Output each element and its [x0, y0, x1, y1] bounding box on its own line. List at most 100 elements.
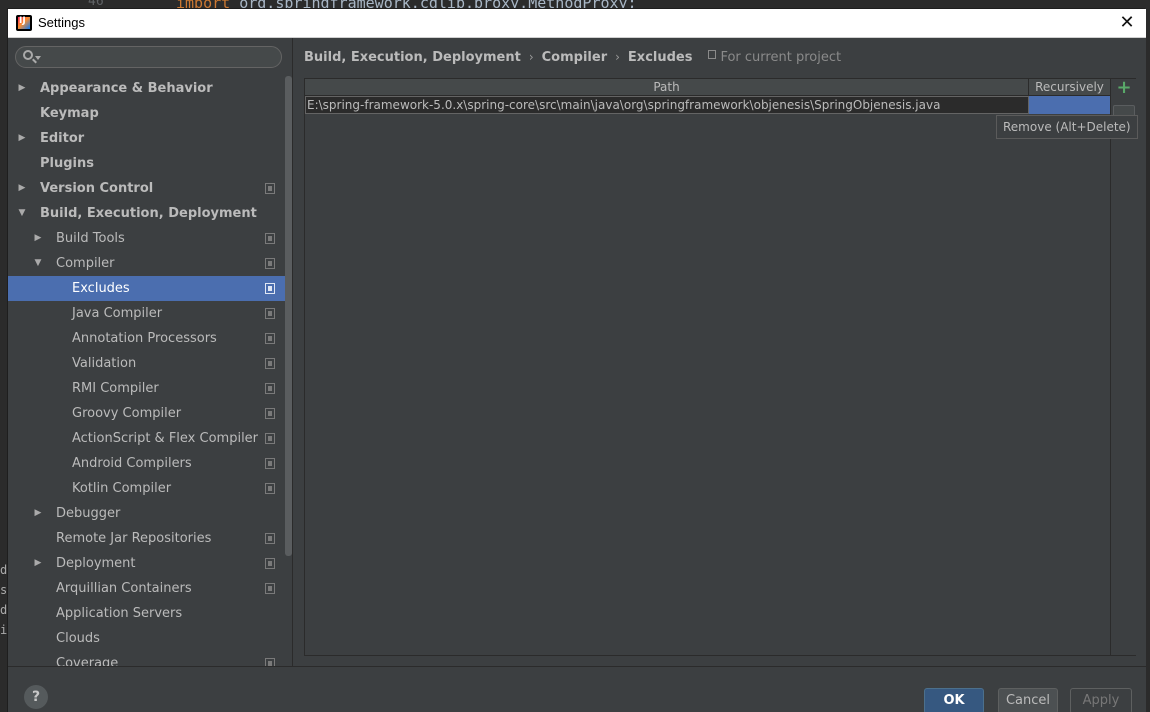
tree-item-label: Excludes	[72, 281, 130, 296]
strip-char: i	[0, 623, 7, 637]
settings-tree: ▶ Appearance & Behavior Keymap ▶ Editor Plugi…	[8, 76, 285, 666]
help-button[interactable]: ?	[24, 685, 48, 709]
project-scope-icon	[265, 658, 275, 666]
tree-item-excludes[interactable]: Excludes	[8, 276, 285, 301]
tree-item-validation[interactable]: Validation	[8, 351, 285, 376]
tree-item-application-servers[interactable]: Application Servers	[8, 601, 285, 626]
tree-item-arquillian-containers[interactable]: Arquillian Containers	[8, 576, 285, 601]
table-header: Path Recursively	[305, 79, 1110, 96]
project-scope-icon	[265, 258, 275, 269]
tree-item-label: Build, Execution, Deployment	[40, 206, 257, 221]
tree-item-label: Keymap	[40, 106, 99, 121]
tree-item-label: Editor	[40, 131, 85, 146]
tree-item-remote-jar-repositories[interactable]: Remote Jar Repositories	[8, 526, 285, 551]
tree-item-label: Plugins	[40, 156, 94, 171]
tree-item-annotation-processors[interactable]: Annotation Processors	[8, 326, 285, 351]
collapsed-arrow-icon[interactable]: ▶	[32, 551, 44, 576]
ok-button[interactable]: OK	[924, 688, 984, 712]
collapsed-arrow-icon[interactable]: ▶	[32, 501, 44, 526]
tree-item-compiler[interactable]: ▼ Compiler	[8, 251, 285, 276]
tree-item-actionscript-flex-compiler[interactable]: ActionScript & Flex Compiler	[8, 426, 285, 451]
project-scope-icon	[265, 233, 275, 244]
project-scope-icon	[265, 383, 275, 394]
project-scope-icon	[265, 333, 275, 344]
column-header-recursively[interactable]: Recursively	[1029, 79, 1110, 96]
tree-item-android-compilers[interactable]: Android Compilers	[8, 451, 285, 476]
expanded-arrow-icon[interactable]: ▼	[16, 201, 28, 226]
project-scope-icon	[265, 558, 275, 569]
tree-item-label: Version Control	[40, 181, 154, 196]
project-scope-icon	[265, 483, 275, 494]
project-scope-icon	[265, 408, 275, 419]
project-scope-icon	[265, 283, 275, 294]
project-scope-icon	[265, 358, 275, 369]
add-icon[interactable]: +	[1116, 79, 1132, 97]
background-left-strip: d s d i	[0, 560, 7, 640]
search-options-caret-icon[interactable]	[35, 56, 41, 60]
tree-item-label: Groovy Compiler	[72, 406, 182, 421]
project-scope-icon	[265, 433, 275, 444]
settings-dialog: Settings ✕ ▶Appearance & BehaviorKeymap▶…	[7, 8, 1146, 712]
remove-tooltip: Remove (Alt+Delete)	[996, 115, 1138, 139]
column-header-path[interactable]: Path	[305, 79, 1029, 96]
intellij-app-icon	[16, 15, 32, 31]
tree-item-label: Coverage	[56, 656, 119, 666]
recursively-cell[interactable]	[1029, 96, 1110, 114]
tree-item-kotlin-compiler[interactable]: Kotlin Compiler	[8, 476, 285, 501]
breadcrumb-item: Build, Execution, Deployment	[304, 50, 521, 65]
expanded-arrow-icon[interactable]: ▼	[32, 251, 44, 276]
tree-item-appearance-behavior[interactable]: ▶ Appearance & Behavior	[8, 76, 285, 101]
collapsed-arrow-icon[interactable]: ▶	[32, 226, 44, 251]
tree-item-label: Arquillian Containers	[56, 581, 192, 596]
tree-item-label: Debugger	[56, 506, 121, 521]
settings-search-input[interactable]	[15, 46, 282, 68]
table-row[interactable]: E:\spring-framework-5.0.x\spring-core\sr…	[305, 96, 1110, 114]
collapsed-arrow-icon[interactable]: ▶	[16, 76, 28, 101]
tree-item-coverage[interactable]: Coverage	[8, 651, 285, 666]
project-scope-icon	[265, 533, 275, 544]
breadcrumb-item: Excludes	[627, 50, 693, 65]
tree-item-label: ActionScript & Flex Compiler	[72, 431, 259, 446]
tree-item-label: Android Compilers	[72, 456, 192, 471]
cancel-button[interactable]: Cancel	[998, 688, 1058, 712]
scope-label: For current project	[720, 50, 842, 65]
breadcrumb-item: Compiler	[541, 50, 608, 65]
title-bar[interactable]: Settings ✕	[8, 9, 1146, 38]
strip-char: s	[0, 583, 7, 597]
project-scope-icon	[265, 583, 275, 594]
tree-item-build-tools[interactable]: ▶ Build Tools	[8, 226, 285, 251]
tree-item-keymap[interactable]: Keymap	[8, 101, 285, 126]
excludes-table: Path Recursively E:\spring-framework-5.0…	[304, 78, 1136, 656]
sidebar-scrollbar[interactable]	[285, 76, 292, 556]
tree-item-editor[interactable]: ▶ Editor	[8, 126, 285, 151]
tree-item-label: Build Tools	[56, 231, 125, 246]
tree-item-clouds[interactable]: Clouds	[8, 626, 285, 651]
tree-item-label: RMI Compiler	[72, 381, 159, 396]
project-scope-icon	[265, 308, 275, 319]
close-button[interactable]: ✕	[1116, 12, 1138, 34]
project-scope-icon	[265, 183, 275, 194]
tree-item-rmi-compiler[interactable]: RMI Compiler	[8, 376, 285, 401]
apply-button[interactable]: Apply	[1070, 688, 1132, 712]
collapsed-arrow-icon[interactable]: ▶	[16, 126, 28, 151]
tree-item-deployment[interactable]: ▶ Deployment	[8, 551, 285, 576]
tree-item-label: Kotlin Compiler	[72, 481, 172, 496]
tree-item-java-compiler[interactable]: Java Compiler	[8, 301, 285, 326]
path-cell-editor[interactable]: E:\spring-framework-5.0.x\spring-core\sr…	[305, 96, 1029, 114]
strip-char: d	[0, 603, 7, 617]
tree-item-groovy-compiler[interactable]: Groovy Compiler	[8, 401, 285, 426]
tree-item-label: Compiler	[56, 256, 115, 271]
collapsed-arrow-icon[interactable]: ▶	[16, 176, 28, 201]
tree-item-label: Application Servers	[56, 606, 183, 621]
tree-item-label: Appearance & Behavior	[40, 81, 213, 96]
breadcrumb-separator: ›	[615, 50, 620, 64]
tree-item-label: Remote Jar Repositories	[56, 531, 212, 546]
table-toolbar: +	[1110, 79, 1136, 655]
tree-item-debugger[interactable]: ▶ Debugger	[8, 501, 285, 526]
tree-item-build-execution-deployment[interactable]: ▼ Build, Execution, Deployment	[8, 201, 285, 226]
tree-item-label: Annotation Processors	[72, 331, 217, 346]
dialog-footer: ? OK Cancel Apply	[8, 666, 1146, 712]
tree-item-plugins[interactable]: Plugins	[8, 151, 285, 176]
tree-item-version-control[interactable]: ▶ Version Control	[8, 176, 285, 201]
project-scope-icon	[265, 458, 275, 469]
